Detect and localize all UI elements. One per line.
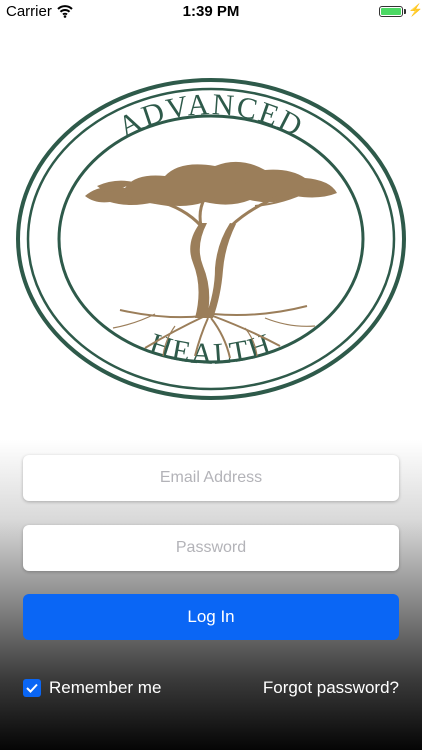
forgot-password-link[interactable]: Forgot password? xyxy=(263,677,399,699)
status-time: 1:39 PM xyxy=(182,3,240,20)
password-input[interactable] xyxy=(23,525,399,571)
battery-icon xyxy=(379,6,403,17)
battery-tip xyxy=(404,9,406,14)
tree-icon xyxy=(85,161,337,359)
login-button[interactable]: Log In xyxy=(23,594,399,640)
charging-icon: ⚡ xyxy=(408,3,422,17)
advanced-health-logo: ADVANCED HEALTH xyxy=(16,78,406,400)
status-bar: Carrier 1:39 PM ⚡ xyxy=(0,0,422,24)
email-input[interactable] xyxy=(23,455,399,501)
checkmark-icon xyxy=(26,683,38,693)
logo-top-text: ADVANCED xyxy=(113,88,309,144)
remember-me-checkbox[interactable] xyxy=(23,679,41,697)
remember-me-toggle[interactable]: Remember me xyxy=(23,677,161,699)
remember-me-label: Remember me xyxy=(49,678,162,697)
